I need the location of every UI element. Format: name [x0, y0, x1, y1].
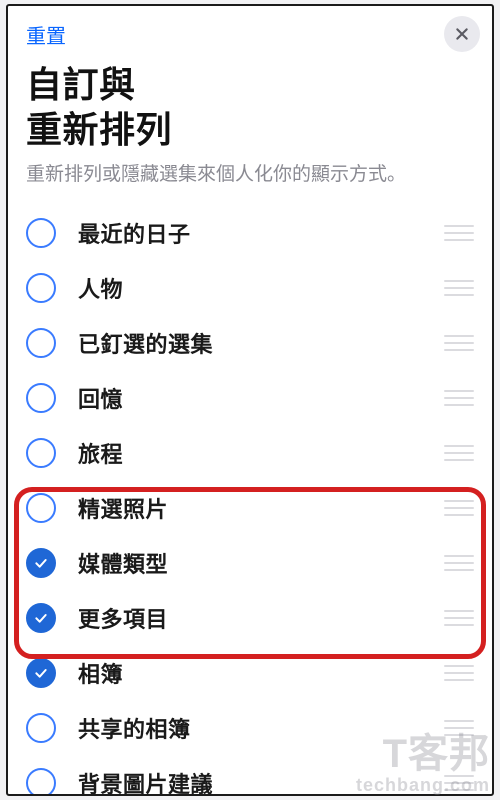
checkmark-icon [33, 665, 49, 681]
item-label: 回憶 [78, 382, 444, 414]
item-label: 最近的日子 [78, 217, 444, 249]
drag-handle-icon[interactable] [444, 720, 474, 736]
list-item: 已釘選的選集 [26, 316, 474, 371]
item-label: 旅程 [78, 437, 444, 469]
collections-list: 最近的日子人物已釘選的選集回憶旅程精選照片媒體類型更多項目相簿共享的相簿背景圖片… [26, 206, 474, 796]
checkbox[interactable] [26, 548, 56, 578]
title-line-1: 自訂與 [26, 64, 136, 105]
page-title: 自訂與 重新排列 [26, 62, 474, 152]
page-subtitle: 重新排列或隱藏選集來個人化你的顯示方式。 [26, 162, 474, 188]
list-item: 最近的日子 [26, 206, 474, 261]
checkbox[interactable] [26, 383, 56, 413]
checkbox[interactable] [26, 658, 56, 688]
list-item: 更多項目 [26, 591, 474, 646]
checkbox[interactable] [26, 768, 56, 796]
list-item: 人物 [26, 261, 474, 316]
item-label: 更多項目 [78, 602, 444, 634]
drag-handle-icon[interactable] [444, 555, 474, 571]
checkmark-icon [33, 610, 49, 626]
settings-panel: 重置 自訂與 重新排列 重新排列或隱藏選集來個人化你的顯示方式。 最近的日子人物… [6, 4, 494, 796]
checkbox[interactable] [26, 328, 56, 358]
list-item: 媒體類型 [26, 536, 474, 591]
checkbox[interactable] [26, 713, 56, 743]
drag-handle-icon[interactable] [444, 390, 474, 406]
checkbox[interactable] [26, 493, 56, 523]
item-label: 相簿 [78, 657, 444, 689]
item-label: 媒體類型 [78, 547, 444, 579]
checkbox[interactable] [26, 218, 56, 248]
item-label: 共享的相簿 [78, 712, 444, 744]
item-label: 背景圖片建議 [78, 767, 444, 796]
drag-handle-icon[interactable] [444, 500, 474, 516]
drag-handle-icon[interactable] [444, 280, 474, 296]
checkbox[interactable] [26, 273, 56, 303]
checkbox[interactable] [26, 438, 56, 468]
checkmark-icon [33, 555, 49, 571]
item-label: 人物 [78, 272, 444, 304]
list-item: 旅程 [26, 426, 474, 481]
item-label: 精選照片 [78, 492, 444, 524]
close-icon [454, 26, 470, 42]
header-row: 重置 [26, 20, 474, 52]
checkbox[interactable] [26, 603, 56, 633]
list-item: 背景圖片建議 [26, 756, 474, 796]
close-button[interactable] [444, 16, 480, 52]
item-label: 已釘選的選集 [78, 327, 444, 359]
list-item: 回憶 [26, 371, 474, 426]
reset-button[interactable]: 重置 [26, 20, 66, 49]
list-item: 共享的相簿 [26, 701, 474, 756]
list-item: 精選照片 [26, 481, 474, 536]
title-line-2: 重新排列 [26, 109, 172, 150]
drag-handle-icon[interactable] [444, 445, 474, 461]
drag-handle-icon[interactable] [444, 225, 474, 241]
drag-handle-icon[interactable] [444, 775, 474, 791]
drag-handle-icon[interactable] [444, 665, 474, 681]
drag-handle-icon[interactable] [444, 610, 474, 626]
drag-handle-icon[interactable] [444, 335, 474, 351]
list-item: 相簿 [26, 646, 474, 701]
